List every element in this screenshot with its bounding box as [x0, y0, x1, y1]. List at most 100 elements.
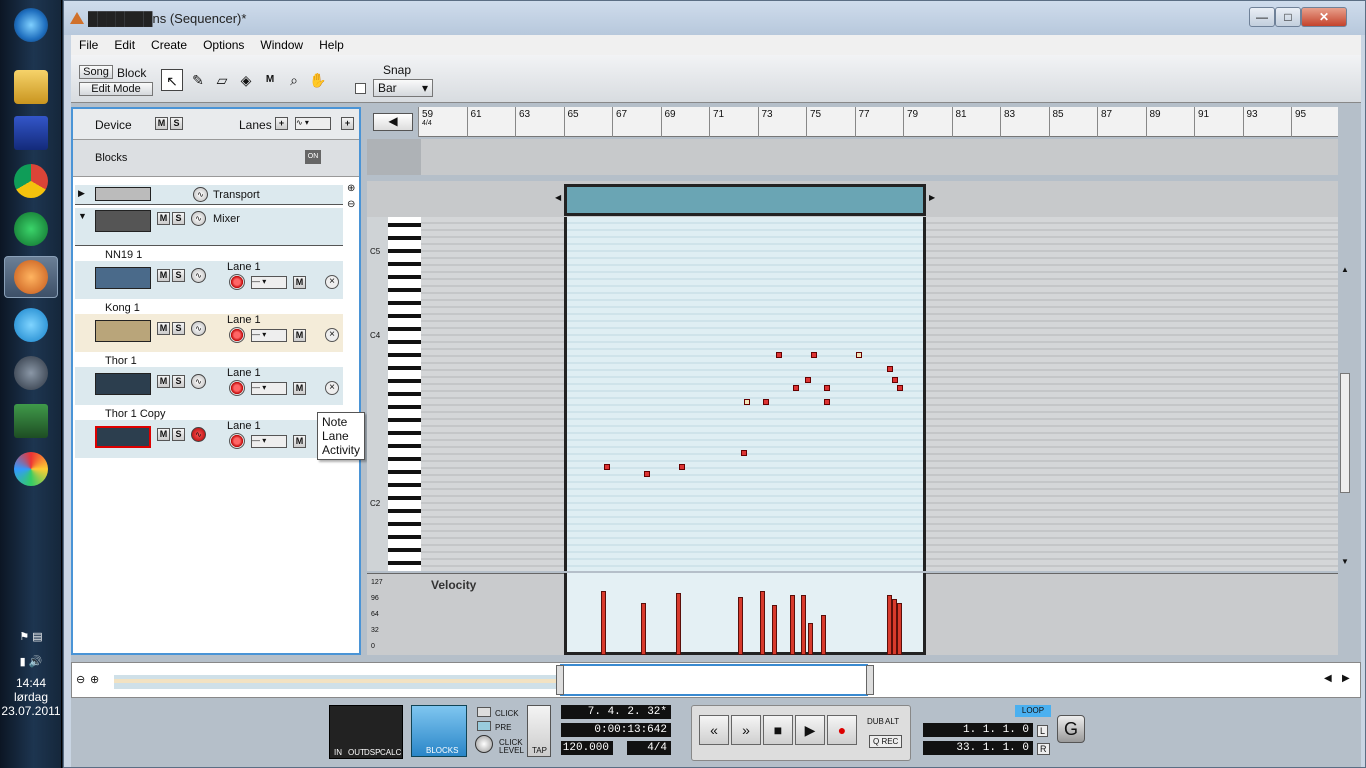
maximize-button[interactable]: □ — [1275, 7, 1301, 27]
kong-track[interactable]: Kong 1 M S ∿ Lane 1 — ▾ M × — [75, 300, 343, 352]
velocity-bar[interactable] — [897, 603, 902, 655]
menu-help[interactable]: Help — [311, 35, 352, 55]
header-solo-button[interactable]: S — [170, 117, 183, 130]
collapse-arrow-icon[interactable]: ▶ — [78, 188, 85, 199]
mute-button[interactable]: M — [157, 212, 170, 225]
velocity-bar[interactable] — [676, 593, 681, 655]
stop-button[interactable]: ■ — [763, 715, 793, 745]
tempo-display[interactable]: 120.000 — [561, 741, 613, 755]
note-clip[interactable] — [564, 184, 926, 216]
edit-mode-button[interactable]: Edit Mode — [79, 82, 153, 96]
start-button[interactable] — [4, 4, 58, 46]
fast-forward-button[interactable]: » — [731, 715, 761, 745]
snap-select[interactable]: Bar ▾ — [373, 79, 433, 97]
midi-note[interactable] — [644, 471, 650, 477]
taskbar-explorer[interactable] — [4, 66, 58, 108]
midi-note[interactable] — [679, 464, 685, 470]
position-display[interactable]: 7. 4. 2. 32* — [561, 705, 671, 719]
record-enable-button[interactable] — [229, 380, 245, 396]
lane-activity-icon[interactable]: ∿ — [191, 374, 206, 389]
header-mute-button[interactable]: M — [155, 117, 168, 130]
menu-file[interactable]: File — [71, 35, 106, 55]
menu-create[interactable]: Create — [143, 35, 195, 55]
lane-activity-icon[interactable]: ∿ — [193, 187, 208, 202]
scroll-up-icon[interactable]: ▲ — [1341, 265, 1349, 274]
solo-button[interactable]: S — [172, 269, 185, 282]
block-mode-label[interactable]: Block — [117, 66, 146, 80]
taskbar-steam[interactable] — [4, 352, 58, 394]
menu-edit[interactable]: Edit — [106, 35, 143, 55]
taskbar-skype[interactable] — [4, 304, 58, 346]
velocity-bar[interactable] — [801, 595, 806, 655]
blocks-on-button[interactable]: ON — [305, 150, 321, 164]
lane-dropdown[interactable]: — ▾ — [251, 382, 287, 395]
lane-mute-button[interactable]: M — [293, 276, 306, 289]
menu-options[interactable]: Options — [195, 35, 252, 55]
click-toggle[interactable] — [477, 707, 491, 717]
zoom-in-icon[interactable]: ⊕ — [90, 673, 99, 686]
mute-button[interactable]: M — [157, 375, 170, 388]
overview-visible-region[interactable] — [560, 664, 868, 696]
delete-lane-button[interactable]: × — [325, 275, 339, 289]
taskbar-spotify[interactable] — [4, 208, 58, 250]
thor-track[interactable]: Thor 1 M S ∿ Lane 1 — ▾ M × — [75, 353, 343, 405]
midi-note[interactable] — [892, 377, 898, 383]
rewire-icon[interactable]: G — [1057, 715, 1085, 743]
alt-button[interactable]: ALT — [885, 717, 899, 726]
click-level-knob[interactable] — [475, 735, 493, 753]
delete-lane-button[interactable]: × — [325, 381, 339, 395]
play-button[interactable]: ▶ — [795, 715, 825, 745]
solo-button[interactable]: S — [172, 322, 185, 335]
tap-button[interactable]: TAP — [527, 705, 551, 757]
overview-left-handle[interactable] — [556, 665, 564, 695]
clip-left-handle-icon[interactable]: ◀ — [555, 193, 561, 202]
scroll-left-icon[interactable]: ◀ — [1324, 673, 1332, 684]
signature-display[interactable]: 4/4 — [627, 741, 671, 755]
taskbar-paint[interactable] — [4, 448, 58, 490]
arrow-tool-icon[interactable]: ↖ — [161, 69, 183, 91]
midi-note[interactable] — [763, 399, 769, 405]
lane-mute-button[interactable]: M — [293, 382, 306, 395]
solo-button[interactable]: S — [172, 375, 185, 388]
lane-mute-button[interactable]: M — [293, 435, 306, 448]
solo-button[interactable]: S — [172, 212, 185, 225]
blocks-track[interactable]: Blocks ON — [73, 139, 359, 177]
lane-activity-icon[interactable]: ∿ — [191, 427, 206, 442]
locator-back-button[interactable]: ◀ — [373, 113, 413, 131]
add-lane-button[interactable]: + — [275, 117, 288, 130]
velocity-bar[interactable] — [821, 615, 826, 655]
midi-note[interactable] — [856, 352, 862, 358]
midi-note[interactable] — [811, 352, 817, 358]
lane-mute-button[interactable]: M — [293, 329, 306, 342]
velocity-bar[interactable] — [790, 595, 795, 655]
clip-right-handle-icon[interactable]: ▶ — [929, 193, 935, 202]
midi-note[interactable] — [604, 464, 610, 470]
selected-clip-region[interactable] — [564, 217, 926, 571]
solo-button[interactable]: S — [172, 428, 185, 441]
lane-option-button[interactable]: + — [341, 117, 354, 130]
zoom-in-icon[interactable]: ⊕ — [347, 183, 355, 194]
hand-tool-icon[interactable]: ✋ — [307, 69, 329, 91]
midi-note[interactable] — [793, 385, 799, 391]
mute-tool-icon[interactable]: M — [259, 69, 281, 91]
transport-track[interactable]: ▶ ∿ Transport — [75, 185, 343, 205]
taskbar-save[interactable] — [4, 112, 58, 154]
midi-note[interactable] — [776, 352, 782, 358]
time-display[interactable]: 0:00:13:642 — [561, 723, 671, 737]
rewind-button[interactable]: « — [699, 715, 729, 745]
overview-right-handle[interactable] — [866, 665, 874, 695]
velocity-bar[interactable] — [601, 591, 606, 655]
minimize-button[interactable]: — — [1249, 7, 1275, 27]
flag-icon[interactable]: ⚑ ▤ — [0, 630, 62, 643]
razor-tool-icon[interactable]: ◈ — [235, 69, 257, 91]
quantize-record-button[interactable]: Q REC — [869, 735, 903, 748]
velocity-selected-region[interactable] — [564, 573, 926, 655]
mute-button[interactable]: M — [157, 269, 170, 282]
midi-note[interactable] — [897, 385, 903, 391]
pre-toggle[interactable] — [477, 721, 491, 731]
record-enable-button[interactable] — [229, 327, 245, 343]
lane-dropdown[interactable]: — ▾ — [251, 276, 287, 289]
nn19-track[interactable]: NN19 1 M S ∿ Lane 1 — ▾ M × — [75, 247, 343, 299]
right-locator-button[interactable]: R — [1037, 743, 1050, 755]
midi-note[interactable] — [824, 399, 830, 405]
